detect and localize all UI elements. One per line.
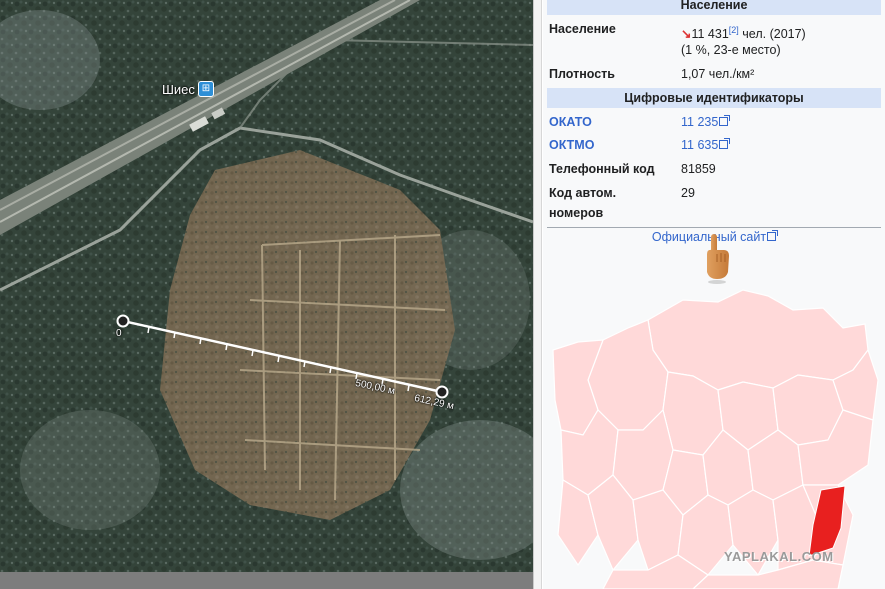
population-header: Население xyxy=(547,0,881,15)
plates-value: 29 xyxy=(681,186,695,200)
ruler-end-handle[interactable] xyxy=(435,385,449,399)
external-link-icon xyxy=(719,115,731,126)
population-unit: чел. (2017) xyxy=(738,27,806,42)
plates-label-2: номеров xyxy=(549,206,604,220)
okato-label[interactable]: ОКАТО xyxy=(549,113,592,131)
pane-divider[interactable] xyxy=(533,0,542,589)
infobox-divider xyxy=(547,227,881,228)
region-locator-map xyxy=(552,289,879,589)
ruler-start-label: 0 xyxy=(116,328,122,339)
hand-pointer-icon xyxy=(707,234,729,284)
population-number: 11 431 xyxy=(691,27,729,42)
oktmo-label[interactable]: ОКТМО xyxy=(549,136,594,154)
external-link-icon xyxy=(719,138,731,149)
oktmo-value[interactable]: 11 635 xyxy=(681,136,731,154)
population-value: ↘11 431[2] чел. (2017) xyxy=(681,21,806,43)
distance-ruler xyxy=(116,314,449,399)
okato-value[interactable]: 11 235 xyxy=(681,113,731,131)
okato-link[interactable]: 11 235 xyxy=(681,115,718,129)
density-label: Плотность xyxy=(549,67,615,81)
infobox: Население Население ↘11 431[2] чел. (201… xyxy=(543,0,885,589)
satellite-map[interactable]: Шиес ⊞ 0 500,00 м 612,29 м xyxy=(0,0,533,572)
ruler-start-handle[interactable] xyxy=(116,314,130,328)
phone-label: Телефонный код xyxy=(549,162,655,176)
plates-label-1: Код автом. xyxy=(549,186,617,200)
external-link-icon xyxy=(767,230,779,241)
population-label: Население xyxy=(549,22,616,36)
trend-down-icon: ↘ xyxy=(681,27,692,42)
oktmo-link[interactable]: 11 635 xyxy=(681,138,718,152)
ids-header: Цифровые идентификаторы xyxy=(547,88,881,108)
population-rank: (1 %, 23-е место) xyxy=(681,43,781,57)
population-ref[interactable]: [2] xyxy=(729,25,739,35)
phone-value: 81859 xyxy=(681,162,716,176)
watermark: YAPLAKAL.COM xyxy=(724,549,834,564)
map-bottom-bar xyxy=(0,572,533,589)
density-value: 1,07 чел./км² xyxy=(681,67,755,81)
